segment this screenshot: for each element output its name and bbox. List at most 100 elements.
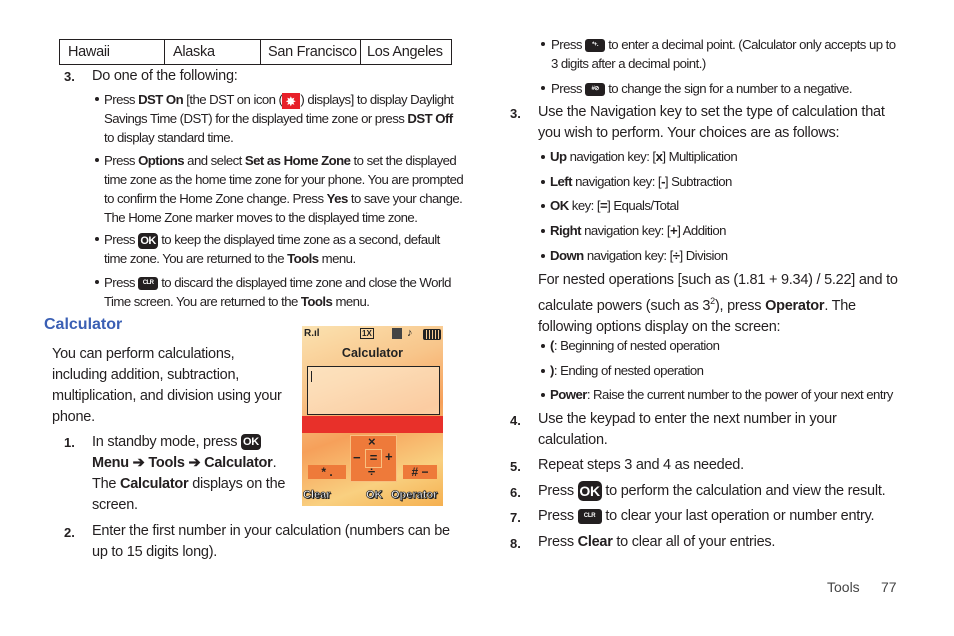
network-icon: 1X — [360, 328, 374, 339]
step-5-text: Repeat steps 3 and 4 as needed. — [538, 457, 744, 473]
text: ] Equals/Total — [607, 198, 679, 213]
key-name: Left — [550, 174, 573, 189]
step-2-text: Enter the first number in your calculati… — [92, 523, 450, 560]
menu-path-item: Calculator — [204, 455, 273, 471]
bullet-dot — [95, 158, 99, 162]
dst-on-icon — [282, 92, 301, 111]
step-number: 1. — [64, 435, 75, 450]
music-icon: ♪ — [407, 327, 413, 339]
step-number: 5. — [510, 459, 521, 474]
bullet-dot — [541, 369, 545, 373]
text: Press — [538, 534, 578, 550]
key-name: Right — [550, 223, 582, 238]
calculator-label: Calculator — [120, 476, 189, 492]
text: menu. — [318, 251, 356, 266]
clear-label: Clear — [577, 534, 613, 550]
intro-paragraph: You can perform calculations, including … — [52, 346, 282, 425]
calculator-display — [307, 366, 440, 415]
ok-key-icon: OK — [241, 434, 261, 451]
text: Press — [104, 153, 139, 168]
step-number: 4. — [510, 413, 521, 428]
text: ] Subtraction — [664, 174, 732, 189]
ok-key-icon: OK — [138, 232, 159, 249]
key-name: Down — [550, 248, 584, 263]
step-number: 3. — [510, 106, 521, 121]
text: ] Division — [679, 248, 728, 263]
bullet-dot — [541, 155, 545, 159]
step-6-text: Press OK to perform the calculation and … — [538, 481, 886, 502]
list-item: Up navigation key: [x] Multiplication — [550, 147, 738, 166]
list-item: Left navigation key: [-] Subtraction — [550, 172, 732, 191]
table-cell: Alaska — [164, 39, 261, 65]
text: Press — [538, 508, 578, 524]
table-cell: Hawaii — [59, 39, 165, 65]
step-8-text: Press Clear to clear all of your entries… — [538, 532, 775, 553]
multiply-key: × — [368, 434, 376, 449]
page-number: 77 — [881, 579, 897, 595]
bullet-home-zone: Press Options and select Set as Home Zon… — [104, 151, 464, 227]
arrow: ➔ — [184, 455, 205, 471]
list-item: ): Ending of nested operation — [550, 361, 704, 380]
step-number: 2. — [64, 525, 75, 540]
text: Press — [104, 92, 139, 107]
table-row: Hawaii Alaska San Francisco Los Angeles — [59, 39, 452, 65]
text: Press — [104, 275, 139, 290]
text: to clear all of your entries. — [612, 534, 776, 550]
text: Press — [538, 483, 578, 499]
step-7-text: Press CLR to clear your last operation o… — [538, 506, 875, 527]
navigation-pad: × − = + ÷ — [350, 434, 397, 482]
text: menu. — [332, 294, 370, 309]
text: and select — [184, 153, 245, 168]
text: to clear your last operation or number e… — [601, 508, 875, 524]
bullet-dst: Press DST On [the DST on icon () display… — [104, 90, 464, 147]
option-name: Power — [550, 387, 587, 402]
nested-paragraph: For nested operations [such as (1.81 + 9… — [538, 270, 908, 338]
menu-path-item: Tools — [148, 455, 185, 471]
text: : Ending of nested operation — [553, 363, 704, 378]
divide-key: ÷ — [368, 464, 376, 479]
subtract-key: − — [353, 450, 361, 465]
tools-label: Tools — [287, 251, 319, 266]
bullet-dot — [541, 344, 545, 348]
step-1-text: In standby mode, press OK Menu ➔ Tools ➔ … — [92, 432, 297, 516]
bullet-dot — [541, 393, 545, 397]
text: navigation key: [ — [580, 223, 671, 238]
screen-title: Calculator — [341, 346, 404, 360]
table-cell: Los Angeles — [360, 39, 452, 65]
dst-off-label: DST Off — [407, 111, 453, 126]
decimal-key-icon: *+. — [585, 39, 606, 53]
key-name: Up — [550, 149, 567, 164]
calculator-screenshot: R.ıl 1X ♪ Calculator × − = + ÷ * . # − C… — [302, 326, 443, 506]
bullet-dot — [541, 180, 545, 184]
bullet-dot — [541, 204, 545, 208]
step-number: 6. — [510, 485, 521, 500]
bluetooth-icon — [392, 328, 402, 339]
text: navigation key: [ — [566, 149, 657, 164]
text-cursor — [311, 371, 312, 382]
step-number: 3. — [64, 69, 75, 84]
arrow: ➔ — [128, 455, 149, 471]
set-home-zone-label: Set as Home Zone — [244, 153, 351, 168]
step-3-text: Use the Navigation key to set the type o… — [538, 104, 885, 141]
step-number: 8. — [510, 536, 521, 551]
sign-key-icon: #⊘ — [585, 83, 606, 97]
bullet-dot — [95, 97, 99, 101]
softkey-operator: Operator — [391, 489, 438, 502]
softkey-ok: OK — [366, 489, 383, 502]
table-cell: San Francisco — [260, 39, 361, 65]
add-key: + — [385, 449, 393, 464]
bullet-dot — [541, 254, 545, 258]
dst-on-label: DST On — [138, 92, 184, 107]
time-zone-table: Hawaii Alaska San Francisco Los Angeles — [59, 39, 452, 65]
text: to perform the calculation and view the … — [601, 483, 886, 499]
tools-label: Tools — [300, 294, 333, 309]
softkey-clear: Clear — [303, 489, 331, 502]
text: ] Multiplication — [662, 149, 738, 164]
key-name: OK — [550, 198, 569, 213]
text: navigation key: [ — [583, 248, 674, 263]
text: Press — [551, 81, 586, 96]
text: to display standard time. — [104, 130, 234, 145]
yes-label: Yes — [326, 191, 349, 206]
list-item: Power: Raise the current number to the p… — [550, 385, 893, 404]
footer-section: Tools — [827, 579, 860, 595]
